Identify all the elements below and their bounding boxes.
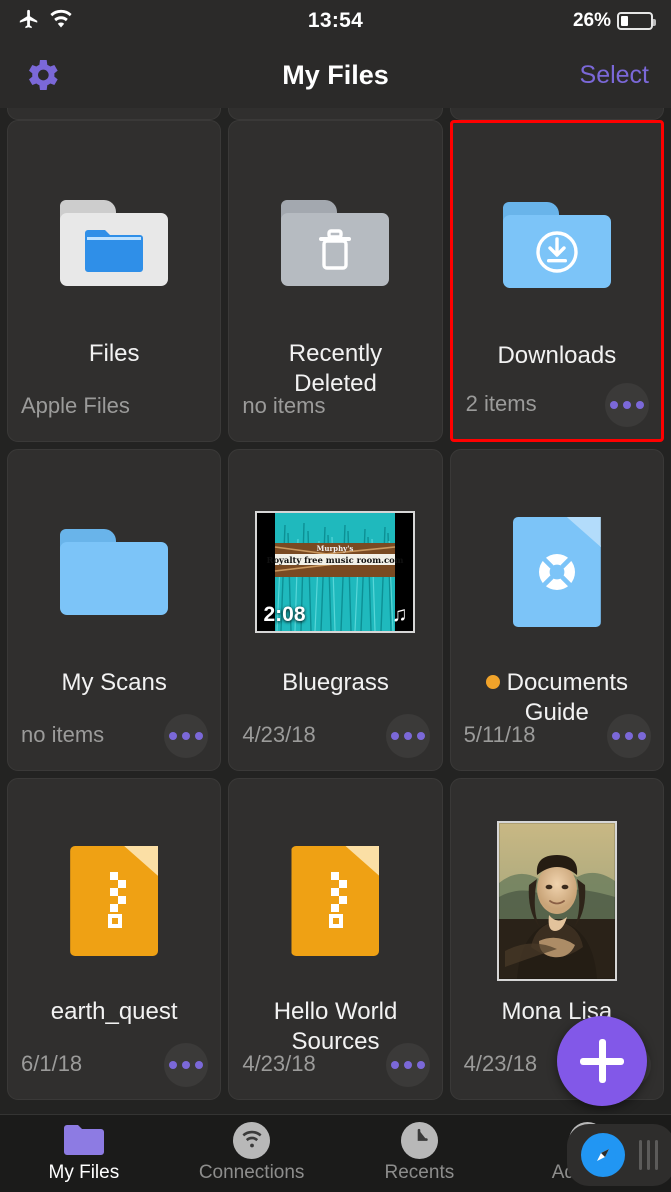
file-meta: 6/1/18: [21, 1051, 83, 1076]
partial-row-above: [0, 108, 671, 120]
partial-card[interactable]: [449, 108, 664, 120]
drag-handle-icon[interactable]: [639, 1140, 658, 1170]
add-button[interactable]: [557, 1016, 647, 1106]
file-card-downloads[interactable]: Downloads 2 items: [449, 120, 664, 442]
file-thumbnail: [60, 173, 169, 313]
more-options-button[interactable]: [385, 1043, 430, 1087]
tab-label: Connections: [198, 1162, 305, 1183]
page-title: My Files: [282, 59, 389, 90]
status-bar-left: [18, 8, 73, 35]
file-card-hello-world-sources[interactable]: Hello World Sources 4/23/18: [228, 778, 443, 1100]
file-meta: 5/11/18: [463, 722, 536, 747]
file-thumbnail: [496, 821, 617, 981]
orange-zip-document-icon: [291, 846, 380, 956]
status-dot: [485, 675, 500, 689]
file-name: Bluegrass: [282, 669, 389, 696]
file-grid-scroll[interactable]: Files Apple Files Recently Deleted no it…: [0, 108, 671, 1114]
partial-card[interactable]: [228, 108, 443, 120]
clock-icon: [399, 1121, 439, 1159]
mona-lisa-image-thumbnail: [496, 821, 617, 981]
gear-icon[interactable]: [22, 55, 62, 95]
more-options-button[interactable]: [604, 383, 649, 427]
file-name: My Scans: [61, 669, 167, 696]
file-meta: Apple Files: [21, 393, 130, 418]
file-name: Recently Deleted: [288, 340, 383, 398]
file-thumbnail: [502, 175, 611, 315]
tab-recents[interactable]: Recents: [336, 1121, 504, 1184]
white-folder-with-blue-folder-icon: [60, 200, 169, 286]
file-meta: 4/23/18: [242, 1051, 316, 1076]
file-meta: no items: [21, 722, 105, 747]
file-card-earth-quest[interactable]: earth_quest 6/1/18: [7, 778, 222, 1100]
app-window: 13:54 26% My Files Select Files Apple Fi…: [0, 0, 671, 1192]
tab-bar: My Files Connections Recents: [0, 1114, 671, 1192]
audio-thumbnail: Royalty free music room.com Murphy's 2:0…: [255, 511, 416, 633]
purple-folder-icon: [63, 1123, 104, 1157]
status-bar-right: 26%: [572, 10, 656, 32]
file-thumbnail: [281, 173, 390, 313]
svg-text:Murphy's: Murphy's: [317, 544, 354, 553]
slide-over-app-handle[interactable]: [567, 1124, 671, 1186]
partial-card[interactable]: [7, 108, 222, 120]
navigation-bar: My Files Select: [0, 42, 671, 108]
file-name: Files: [88, 340, 140, 367]
file-thumbnail: [512, 502, 601, 642]
tab-connections[interactable]: Connections: [168, 1121, 336, 1184]
file-name-text: Documents Guide: [506, 669, 629, 727]
blue-folder-icon: [60, 529, 169, 615]
file-thumbnail: [70, 831, 159, 971]
file-card-bluegrass[interactable]: Royalty free music room.com Murphy's 2:0…: [228, 449, 443, 771]
media-duration: 2:08: [263, 603, 306, 626]
tab-my-files[interactable]: My Files: [0, 1123, 168, 1184]
battery-percent-label: 26%: [572, 10, 611, 31]
blue-folder-download-icon: [502, 202, 611, 288]
file-thumbnail: Royalty free music room.com Murphy's 2:0…: [255, 502, 416, 642]
file-card-files[interactable]: Files Apple Files: [7, 120, 222, 442]
status-bar-clock: 13:54: [307, 9, 364, 32]
tab-label: Recents: [384, 1162, 455, 1183]
file-card-my-scans[interactable]: My Scans no items: [7, 449, 222, 771]
safari-compass-icon[interactable]: [581, 1133, 625, 1177]
file-card-recently-deleted[interactable]: Recently Deleted no items: [228, 120, 443, 442]
more-options-button[interactable]: [164, 1043, 209, 1087]
file-name: Downloads: [497, 342, 617, 369]
more-options-button[interactable]: [606, 714, 651, 758]
file-card-documents-guide[interactable]: Documents Guide 5/11/18: [449, 449, 664, 771]
svg-text:Royalty free music room.com: Royalty free music room.com: [267, 555, 404, 565]
music-note-icon: ♫: [391, 603, 408, 626]
airplane-mode-icon: [18, 8, 40, 35]
select-button[interactable]: Select: [580, 61, 649, 90]
file-name: earth_quest: [50, 998, 178, 1025]
file-grid: Files Apple Files Recently Deleted no it…: [0, 120, 671, 1100]
battery-icon: [617, 12, 656, 30]
tab-label: My Files: [48, 1162, 120, 1183]
more-options-button[interactable]: [385, 714, 430, 758]
gray-folder-trash-icon: [281, 200, 390, 286]
file-thumbnail: [60, 502, 169, 642]
file-thumbnail: [291, 831, 380, 971]
file-meta: 4/23/18: [242, 722, 316, 747]
file-meta: 4/23/18: [463, 1051, 538, 1076]
wifi-icon: [232, 1121, 272, 1159]
blue-document-lifering-icon: [512, 517, 601, 627]
orange-zip-document-icon: [70, 846, 159, 956]
status-bar: 13:54 26%: [0, 0, 671, 42]
more-options-button[interactable]: [164, 714, 209, 758]
wifi-icon: [49, 9, 73, 34]
file-meta: no items: [242, 393, 326, 418]
file-meta: 2 items: [465, 391, 537, 416]
